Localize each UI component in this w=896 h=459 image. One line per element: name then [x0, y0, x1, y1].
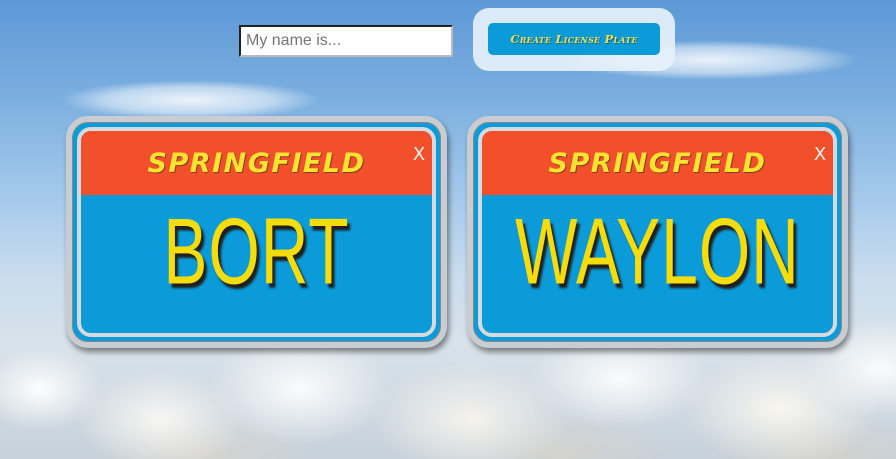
plate-name: BORT	[163, 198, 350, 304]
create-button-container: Create License Plate	[473, 8, 675, 71]
plate-frame: SPRINGFIELD X WAYLON	[478, 127, 837, 337]
plate-name: WAYLON	[515, 198, 800, 304]
license-plate: SPRINGFIELD X WAYLON	[467, 116, 848, 348]
license-plate: SPRINGFIELD X BORT	[66, 116, 447, 348]
plate-frame: SPRINGFIELD X BORT	[77, 127, 436, 337]
sky-cloud	[60, 80, 320, 120]
create-license-plate-button[interactable]: Create License Plate	[488, 23, 660, 55]
name-input[interactable]	[239, 25, 453, 57]
